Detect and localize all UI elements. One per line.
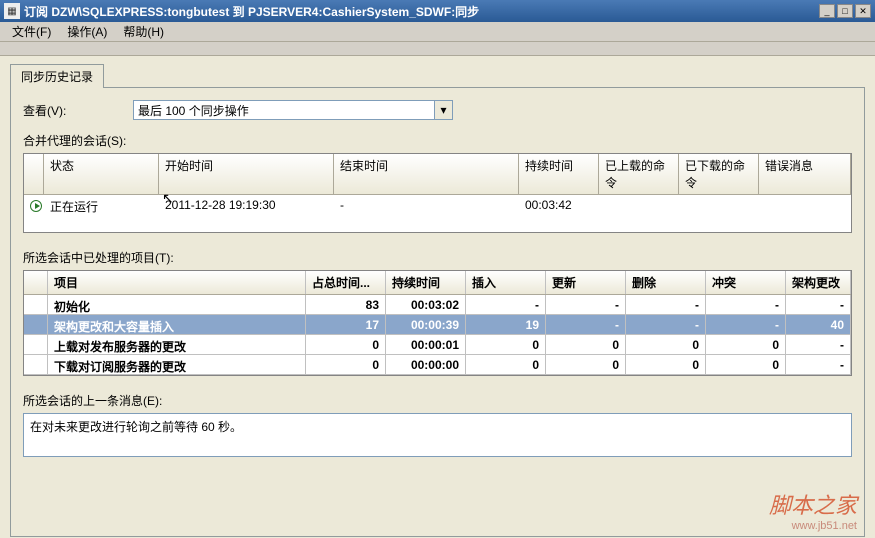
col-insert[interactable]: 插入 <box>466 271 546 294</box>
cell-uploaded <box>599 195 679 218</box>
items-grid-header: 项目 占总时间... 持续时间 插入 更新 删除 冲突 架构更改 <box>24 271 851 295</box>
view-dropdown-input[interactable] <box>133 100 435 120</box>
close-button[interactable]: ✕ <box>855 4 871 18</box>
col-icon[interactable] <box>24 154 44 194</box>
row-status-icon <box>24 195 44 218</box>
window-buttons: _ □ ✕ <box>819 4 871 18</box>
col-blank[interactable] <box>24 271 48 294</box>
minimize-button[interactable]: _ <box>819 4 835 18</box>
cell-item-name: 下载对订阅服务器的更改 <box>48 355 306 374</box>
view-label: 查看(V): <box>23 102 133 119</box>
cell-start: 2011-12-28 19:19:30 <box>159 195 334 218</box>
menu-bar: 文件(F) 操作(A) 帮助(H) <box>0 22 875 42</box>
cell-item-name: 初始化 <box>48 295 306 314</box>
sessions-grid[interactable]: 状态 开始时间 结束时间 持续时间 已上载的命令 已下载的命令 错误消息 正在运… <box>23 153 852 233</box>
window-title: 订阅 DZW\SQLEXPRESS:tongbutest 到 PJSERVER4… <box>24 3 819 20</box>
content-area: 同步历史记录 查看(V): ▾ 合并代理的会话(S): 状态 开始时间 结束时间… <box>0 56 875 538</box>
dropdown-arrow-icon[interactable]: ▾ <box>435 100 453 120</box>
col-item[interactable]: 项目 <box>48 271 306 294</box>
col-schema[interactable]: 架构更改 <box>786 271 851 294</box>
maximize-button[interactable]: □ <box>837 4 853 18</box>
table-row[interactable]: 上载对发布服务器的更改 0 00:00:01 0 0 0 0 - <box>24 335 851 355</box>
col-end-time[interactable]: 结束时间 <box>334 154 519 194</box>
cell-downloaded <box>679 195 759 218</box>
items-grid[interactable]: 项目 占总时间... 持续时间 插入 更新 删除 冲突 架构更改 初始化 83 … <box>23 270 852 376</box>
cell-error <box>759 195 851 218</box>
tab-sync-history[interactable]: 同步历史记录 <box>10 64 104 88</box>
cell-item-name: 上载对发布服务器的更改 <box>48 335 306 354</box>
col-delete[interactable]: 删除 <box>626 271 706 294</box>
title-bar: ▦ 订阅 DZW\SQLEXPRESS:tongbutest 到 PJSERVE… <box>0 0 875 22</box>
col-uploaded[interactable]: 已上载的命令 <box>599 154 679 194</box>
message-label: 所选会话的上一条消息(E): <box>23 392 852 409</box>
col-pct[interactable]: 占总时间... <box>306 271 386 294</box>
menu-help[interactable]: 帮助(H) <box>115 21 172 42</box>
col-item-duration[interactable]: 持续时间 <box>386 271 466 294</box>
table-row[interactable]: 初始化 83 00:03:02 - - - - - <box>24 295 851 315</box>
col-status[interactable]: 状态 <box>44 154 159 194</box>
table-row[interactable]: 架构更改和大容量插入 17 00:00:39 19 - - - 40 <box>24 315 851 335</box>
table-row[interactable]: 正在运行 2011-12-28 19:19:30 - 00:03:42 <box>24 195 851 218</box>
col-duration[interactable]: 持续时间 <box>519 154 599 194</box>
items-label: 所选会话中已处理的项目(T): <box>23 249 852 266</box>
view-dropdown[interactable]: ▾ <box>133 100 453 120</box>
sessions-label: 合并代理的会话(S): <box>23 132 852 149</box>
toolbar-separator <box>0 42 875 56</box>
app-icon: ▦ <box>4 3 20 19</box>
menu-file[interactable]: 文件(F) <box>4 21 59 42</box>
col-conflict[interactable]: 冲突 <box>706 271 786 294</box>
menu-action[interactable]: 操作(A) <box>59 21 115 42</box>
cell-status: 正在运行 <box>44 195 159 218</box>
cell-item-name: 架构更改和大容量插入 <box>48 315 306 334</box>
col-error[interactable]: 错误消息 <box>759 154 851 194</box>
view-row: 查看(V): ▾ <box>23 100 852 120</box>
col-downloaded[interactable]: 已下载的命令 <box>679 154 759 194</box>
cell-end: - <box>334 195 519 218</box>
col-update[interactable]: 更新 <box>546 271 626 294</box>
table-row[interactable]: 下载对订阅服务器的更改 0 00:00:00 0 0 0 0 - <box>24 355 851 375</box>
tab-panel: 查看(V): ▾ 合并代理的会话(S): 状态 开始时间 结束时间 持续时间 已… <box>10 87 865 537</box>
col-start-time[interactable]: 开始时间 <box>159 154 334 194</box>
cell-duration: 00:03:42 <box>519 195 599 218</box>
sessions-grid-header: 状态 开始时间 结束时间 持续时间 已上载的命令 已下载的命令 错误消息 <box>24 154 851 195</box>
message-box[interactable]: 在对未来更改进行轮询之前等待 60 秒。 <box>23 413 852 457</box>
running-icon <box>30 200 42 212</box>
tab-strip: 同步历史记录 <box>10 66 865 88</box>
